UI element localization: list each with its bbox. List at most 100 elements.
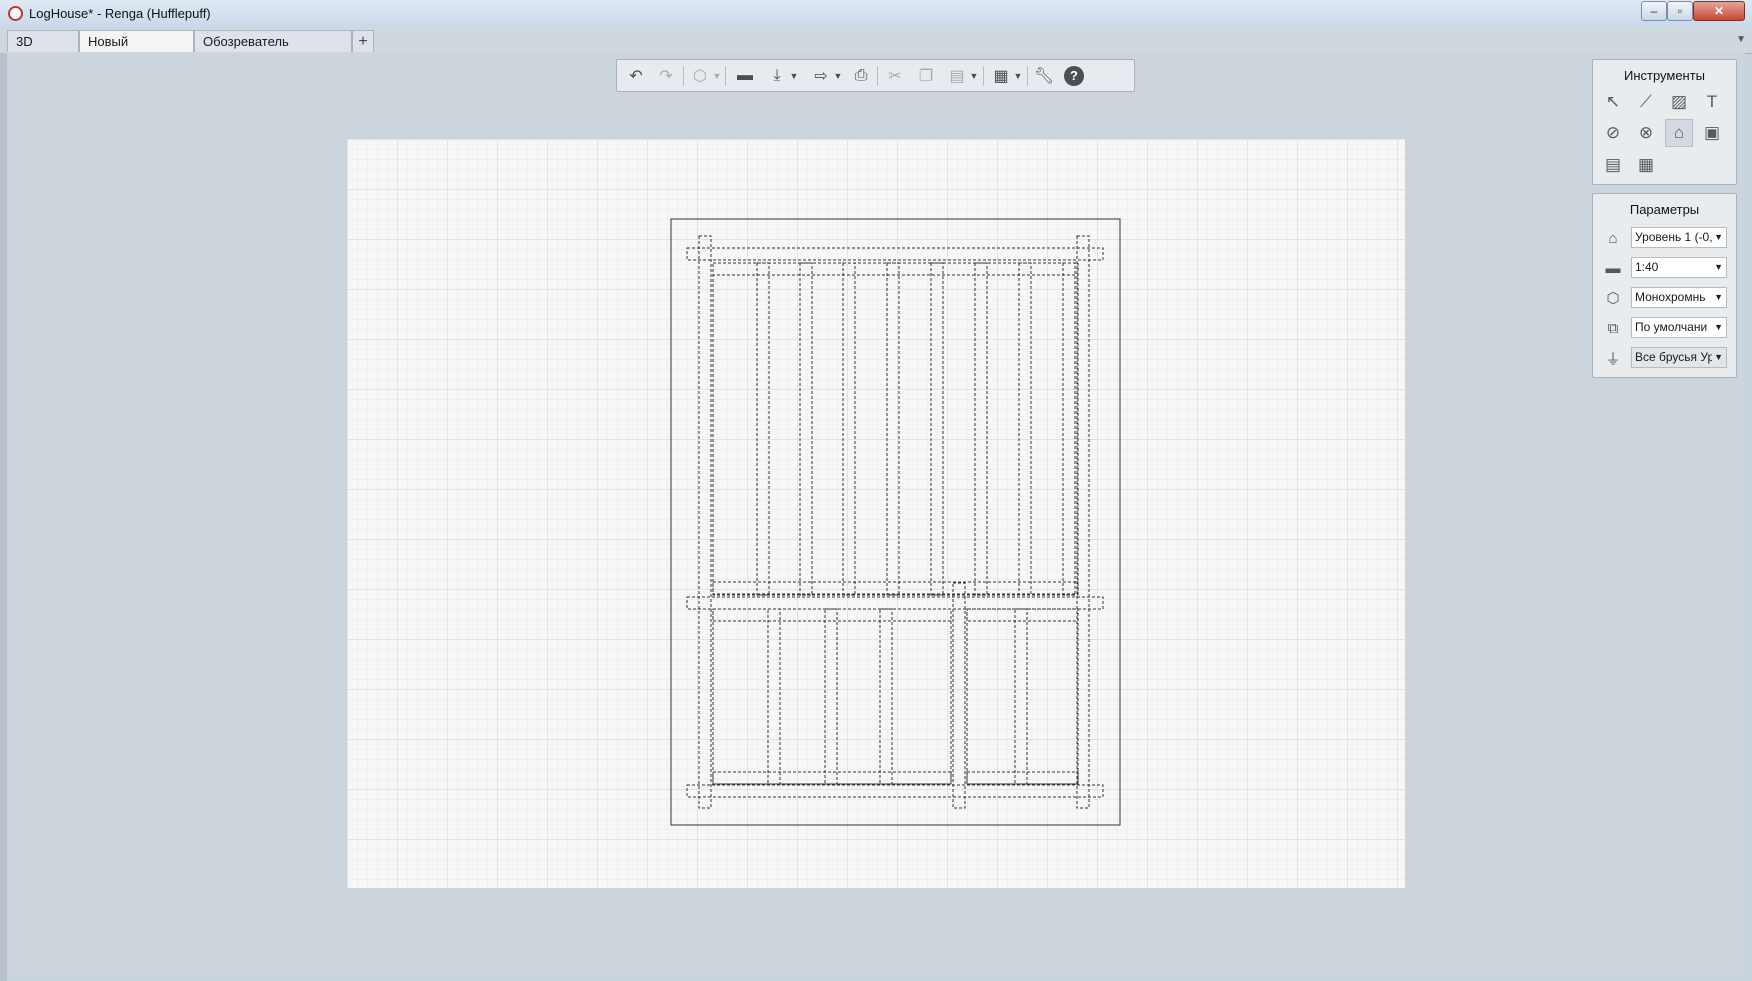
right-post: [1076, 235, 1090, 809]
style-value: Монохромнь: [1635, 290, 1706, 304]
lower-left-rail-top: [712, 608, 952, 622]
parameters-title: Параметры: [1629, 202, 1700, 217]
style-select[interactable]: Монохромнь ▼: [1631, 287, 1727, 308]
undo-icon[interactable]: ↶: [624, 65, 648, 87]
level-value: Уровень 1 (-0,: [1635, 230, 1713, 244]
style-icon: ⬡: [1606, 290, 1620, 307]
middle-beam: [686, 596, 1104, 610]
view-3d-icon[interactable]: ⬡: [688, 65, 712, 87]
lower-left-rail-bottom: [712, 771, 952, 785]
instruments-title: Инструменты: [1623, 68, 1706, 83]
lower-joist: [879, 608, 893, 785]
lower-joist: [1014, 608, 1028, 785]
line-tool-icon[interactable]: ⟋: [1632, 88, 1660, 116]
upper-joist: [799, 262, 813, 596]
close-button[interactable]: ✕: [1693, 1, 1745, 21]
level-select[interactable]: Уровень 1 (-0, ▼: [1631, 227, 1727, 248]
dimension-tool-icon[interactable]: ⊘: [1599, 119, 1627, 147]
chevron-down-icon[interactable]: ▼: [1013, 65, 1023, 87]
tab-new-drawing[interactable]: Новый чертёж✕: [79, 30, 194, 71]
top-beam: [686, 247, 1104, 261]
left-post: [698, 235, 712, 809]
chevron-down-icon: ▼: [1712, 258, 1723, 277]
scale-icon: ▬: [1605, 259, 1621, 277]
upper-joist: [842, 262, 856, 596]
upper-inner-rail-top: [712, 262, 1079, 276]
scale-row: ▬ 1:40 ▼: [1601, 256, 1731, 280]
text-tool-icon[interactable]: T: [1698, 88, 1726, 116]
redo-icon[interactable]: ↷: [654, 65, 678, 87]
chevron-down-icon: ▼: [1712, 228, 1723, 247]
parameters-panel: Параметры ⌂ Уровень 1 (-0, ▼ ▬ 1:40 ▼ ⬡ Мо…: [1592, 193, 1737, 378]
view-tool-icon[interactable]: ⌂: [1665, 119, 1693, 147]
bottom-beam: [686, 784, 1104, 798]
drawing-canvas[interactable]: [347, 139, 1405, 888]
upper-joist: [1062, 262, 1076, 596]
lower-right-rail-bottom: [966, 771, 1079, 785]
tab-bar: 3D Вид✕ Новый чертёж✕ Обозреватель проек…: [0, 28, 1752, 71]
lower-right-rail-top: [966, 608, 1079, 622]
filter-value: Все брусья Ур: [1635, 350, 1715, 364]
style-row: ⬡ Монохромнь ▼: [1601, 286, 1731, 310]
minimize-button[interactable]: –: [1641, 1, 1667, 21]
upper-joist: [756, 262, 770, 596]
chevron-down-icon[interactable]: ▼: [712, 65, 722, 87]
view-type-select[interactable]: По умолчани ▼: [1631, 317, 1727, 338]
drawing-sheet-frame: [670, 218, 1121, 826]
help-icon[interactable]: ?: [1062, 65, 1086, 87]
tab-project-browser[interactable]: Обозреватель проекта✕: [194, 30, 352, 71]
scale-select[interactable]: 1:40 ▼: [1631, 257, 1727, 278]
lower-left-frame: [712, 608, 952, 785]
upper-joist: [974, 262, 988, 596]
app-logo-icon: [8, 6, 23, 21]
timber-frame-plan: [686, 235, 1104, 809]
print-icon[interactable]: ⎙: [849, 65, 873, 87]
view-type-value: По умолчани: [1635, 320, 1708, 334]
cut-icon[interactable]: ✂: [883, 65, 907, 87]
spec-tool-icon[interactable]: ▦: [1632, 151, 1660, 179]
chevron-down-icon[interactable]: ▼: [833, 65, 843, 87]
main-toolbar: ↶ ↷ ⬡ ▼ ▬ ⤓ ▼ ⇨ ▼ ⎙ ✂ ❐ ▤ ▼ ▦ ▼ 🔧︎ ?: [616, 59, 1135, 92]
center-post: [952, 582, 966, 809]
export-icon[interactable]: ⇨: [809, 65, 833, 87]
import-icon[interactable]: ⤓: [765, 65, 789, 87]
upper-inner-frame: [712, 262, 1079, 596]
open-folder-icon[interactable]: ▬: [733, 65, 757, 87]
tab-3d-view[interactable]: 3D Вид✕: [7, 30, 79, 71]
symbol-tool-icon[interactable]: ⊗: [1632, 119, 1660, 147]
toolbar-separator: [983, 66, 984, 86]
chevron-down-icon: ▼: [1712, 318, 1723, 337]
drawing-svg: [670, 218, 1121, 826]
lower-joist: [767, 608, 781, 785]
title-bar: LogHouse* - Renga (Hufflepuff) – ▫ ✕: [0, 0, 1752, 29]
lower-joist: [824, 608, 838, 785]
filter-icon: ⏚: [1605, 350, 1621, 368]
chevron-down-icon: ▼: [1712, 348, 1723, 367]
maximize-button[interactable]: ▫: [1667, 1, 1693, 21]
level-row: ⌂ Уровень 1 (-0, ▼: [1601, 226, 1731, 250]
add-tab-button[interactable]: +: [352, 30, 374, 52]
hatch-tool-icon[interactable]: ▨: [1665, 88, 1693, 116]
filter-select[interactable]: Все брусья Ур ▼: [1631, 347, 1727, 368]
upper-joist: [1018, 262, 1032, 596]
chevron-down-icon[interactable]: ▼: [969, 65, 979, 87]
level-icon: ⌂: [1608, 229, 1618, 247]
table-tool-icon[interactable]: ▤: [1599, 151, 1627, 179]
copy-icon[interactable]: ❐: [914, 65, 938, 87]
annotation-tool-icon[interactable]: ▣: [1698, 119, 1726, 147]
layout-icon[interactable]: ▦: [989, 65, 1013, 87]
tab-list-dropdown-icon[interactable]: ▼: [1736, 34, 1746, 45]
view-type-row: ⧉ По умолчани ▼: [1601, 316, 1731, 340]
toolbar-separator: [683, 66, 684, 86]
left-edge: [0, 53, 7, 981]
upper-inner-rail-bottom: [712, 581, 1079, 595]
wrench-icon[interactable]: 🔧︎: [1032, 65, 1056, 87]
upper-joist: [930, 262, 944, 596]
select-tool-icon[interactable]: ↖: [1599, 88, 1627, 116]
paste-icon[interactable]: ▤: [945, 65, 969, 87]
instruments-panel: Инструменты ↖ ⟋ ▨ T ⊘ ⊗ ⌂ ▣ ▤ ▦: [1592, 59, 1737, 185]
chevron-down-icon[interactable]: ▼: [789, 65, 799, 87]
toolbar-separator: [877, 66, 878, 86]
upper-joist: [886, 262, 900, 596]
help-glyph: ?: [1064, 66, 1084, 86]
